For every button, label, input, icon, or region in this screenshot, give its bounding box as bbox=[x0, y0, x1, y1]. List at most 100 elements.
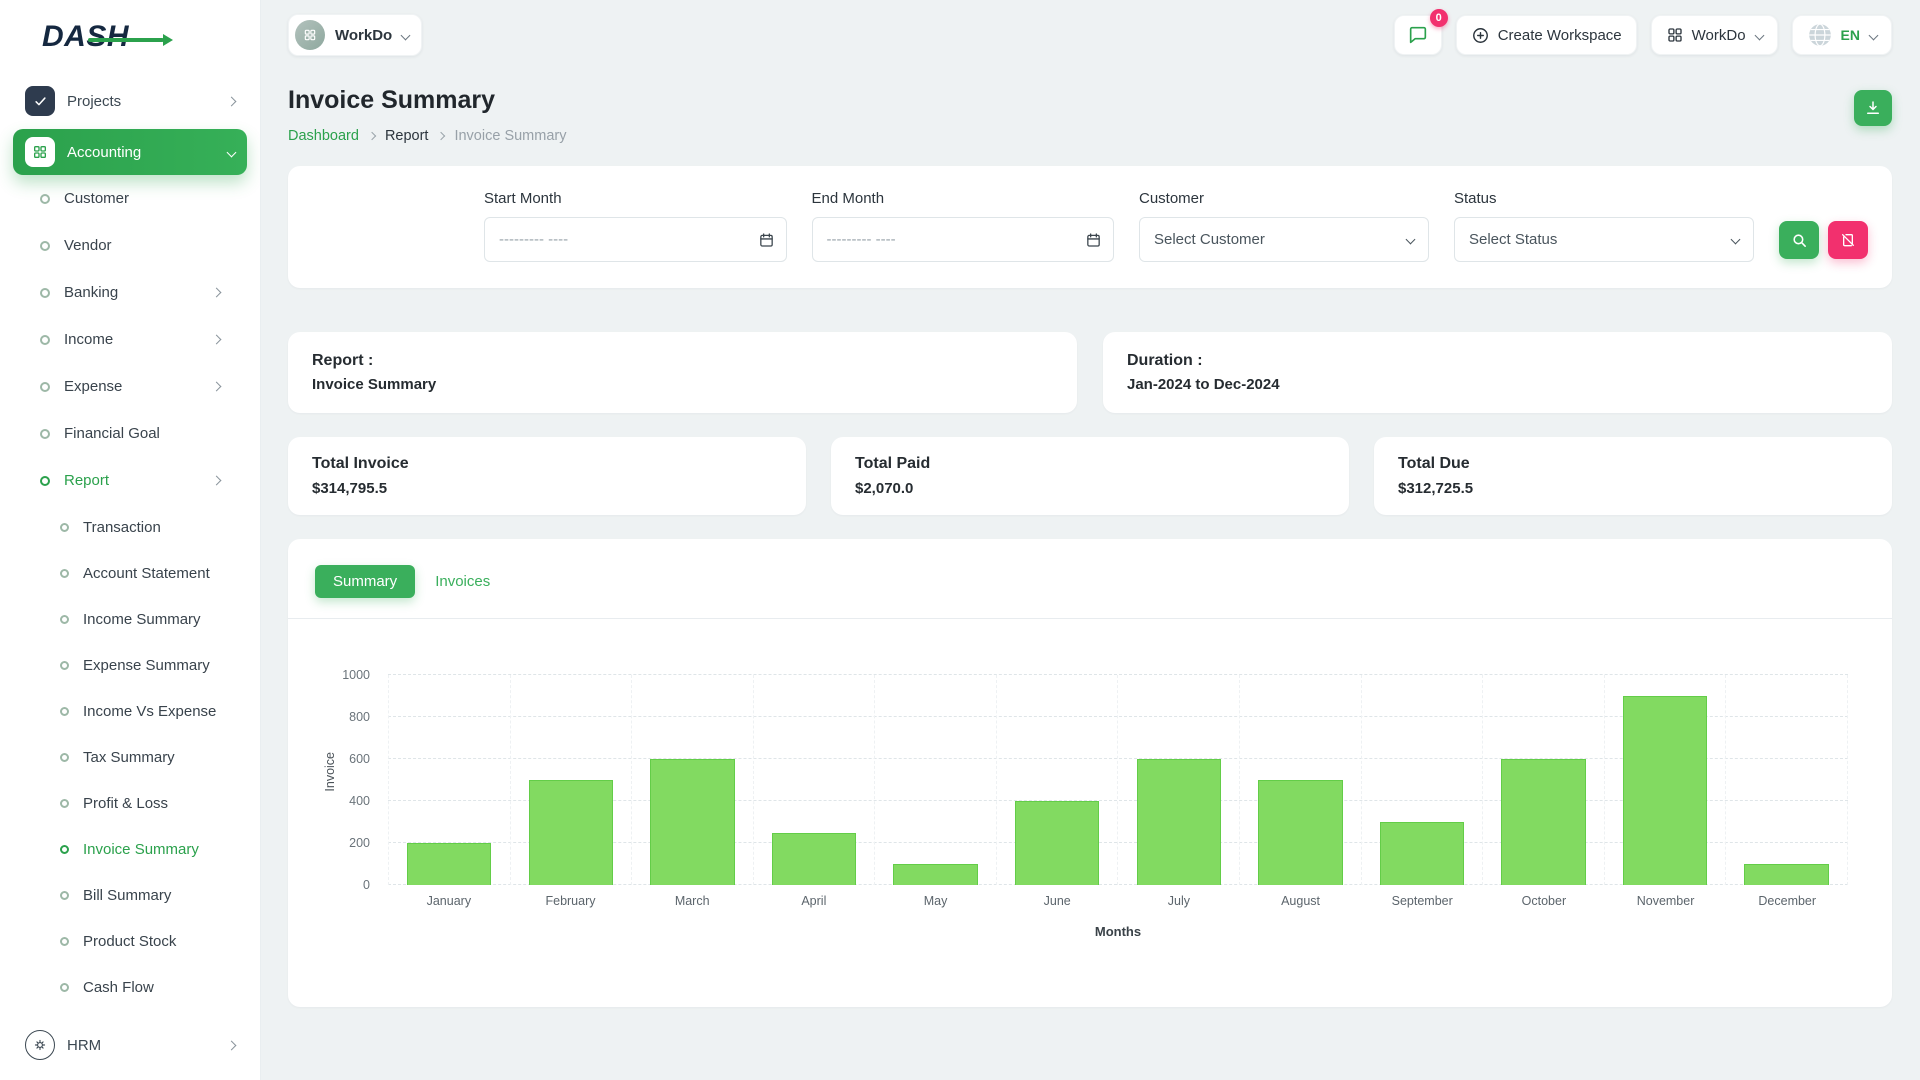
reset-filter-button[interactable] bbox=[1828, 221, 1868, 259]
sidebar-item-accounting[interactable]: Accounting bbox=[13, 129, 247, 175]
sidebar-item-invoice-summary[interactable]: Invoice Summary bbox=[13, 826, 247, 872]
sidebar-item-report[interactable]: Report bbox=[13, 457, 247, 504]
calendar-icon[interactable] bbox=[1085, 231, 1102, 248]
sidebar-item-income-vs-expense[interactable]: Income Vs Expense bbox=[13, 688, 247, 734]
workspace-name: WorkDo bbox=[335, 27, 392, 44]
y-tick-label: 1000 bbox=[342, 668, 370, 682]
sidebar-item-transaction[interactable]: Transaction bbox=[13, 504, 247, 550]
bullet-icon bbox=[40, 476, 50, 486]
report-info-row: Report : Invoice Summary Duration : Jan-… bbox=[288, 332, 1892, 413]
download-icon bbox=[1864, 99, 1882, 117]
chart-tabs: Summary Invoices bbox=[288, 539, 1892, 618]
sidebar-item-label: Expense bbox=[64, 378, 199, 395]
create-workspace-button[interactable]: Create Workspace bbox=[1456, 15, 1637, 55]
sidebar-item-cash-flow[interactable]: Cash Flow bbox=[13, 964, 247, 1010]
bar-april[interactable] bbox=[772, 833, 856, 886]
x-axis-title: Months bbox=[388, 924, 1848, 939]
sidebar-item-expense[interactable]: Expense bbox=[13, 363, 247, 410]
chart-slot-april bbox=[754, 675, 876, 885]
bar-october[interactable] bbox=[1501, 759, 1585, 885]
sidebar-item-tax-summary[interactable]: Tax Summary bbox=[13, 734, 247, 780]
status-select[interactable]: Select Status bbox=[1454, 217, 1754, 262]
sidebar-item-profit-loss[interactable]: Profit & Loss bbox=[13, 780, 247, 826]
app-root: DASH Projects Accounting Customer Vendor B… bbox=[0, 0, 1920, 1080]
sidebar-item-income-summary[interactable]: Income Summary bbox=[13, 596, 247, 642]
messages-button[interactable]: 0 bbox=[1394, 15, 1442, 55]
customer-label: Customer bbox=[1139, 190, 1429, 207]
sidebar-item-banking[interactable]: Banking bbox=[13, 269, 247, 316]
sidebar-item-hrm[interactable]: HRM bbox=[13, 1022, 247, 1068]
bullet-icon bbox=[60, 523, 69, 532]
stat-label: Total Due bbox=[1398, 455, 1868, 473]
x-tick-label: January bbox=[388, 894, 510, 908]
bar-march[interactable] bbox=[650, 759, 734, 885]
globe-icon bbox=[1807, 22, 1833, 48]
chevron-right-icon bbox=[212, 335, 222, 345]
bar-june[interactable] bbox=[1015, 801, 1099, 885]
accounting-submenu: Customer Vendor BankingIncome Expense Financ… bbox=[13, 175, 247, 1010]
chart-slot-july bbox=[1118, 675, 1240, 885]
bullet-icon bbox=[60, 845, 69, 854]
chevron-right-icon bbox=[368, 132, 376, 140]
sidebar-item-product-stock[interactable]: Product Stock bbox=[13, 918, 247, 964]
start-month-input[interactable] bbox=[484, 217, 787, 262]
report-card-value: Invoice Summary bbox=[312, 376, 1053, 393]
bar-november[interactable] bbox=[1623, 696, 1707, 885]
create-workspace-label: Create Workspace bbox=[1498, 27, 1622, 44]
bar-december[interactable] bbox=[1744, 864, 1828, 885]
bar-september[interactable] bbox=[1380, 822, 1464, 885]
bar-february[interactable] bbox=[529, 780, 613, 885]
tab-invoices[interactable]: Invoices bbox=[433, 565, 492, 598]
sidebar-item-label: Income Summary bbox=[83, 611, 247, 628]
page-header: Invoice Summary DashboardReportInvoice S… bbox=[288, 86, 1892, 144]
breadcrumb-item[interactable]: Dashboard bbox=[288, 128, 359, 144]
sidebar-item-label: Bill Summary bbox=[83, 887, 247, 904]
sidebar-item-account-statement[interactable]: Account Statement bbox=[13, 550, 247, 596]
sidebar-item-vendor[interactable]: Vendor bbox=[13, 222, 247, 269]
bullet-icon bbox=[60, 707, 69, 716]
bullet-icon bbox=[40, 288, 50, 298]
end-month-input[interactable] bbox=[812, 217, 1115, 262]
projects-check-icon bbox=[25, 86, 55, 116]
y-tick-label: 200 bbox=[349, 836, 370, 850]
x-tick-label: April bbox=[753, 894, 875, 908]
bar-january[interactable] bbox=[407, 843, 491, 885]
bar-august[interactable] bbox=[1258, 780, 1342, 885]
language-selector[interactable]: EN bbox=[1792, 15, 1892, 55]
x-tick-label: March bbox=[631, 894, 753, 908]
main-column: WorkDo 0 Create Workspace bbox=[260, 0, 1920, 1080]
bar-july[interactable] bbox=[1137, 759, 1221, 885]
sidebar-item-income[interactable]: Income bbox=[13, 316, 247, 363]
workspace-avatar bbox=[295, 20, 325, 50]
bullet-icon bbox=[60, 799, 69, 808]
sidebar-item-projects[interactable]: Projects bbox=[13, 78, 247, 124]
chart-slot-february bbox=[511, 675, 633, 885]
sidebar-item-bill-summary[interactable]: Bill Summary bbox=[13, 872, 247, 918]
dash-logo[interactable]: DASH bbox=[0, 0, 260, 70]
clipboard-x-icon bbox=[1840, 232, 1856, 248]
chart-slot-august bbox=[1240, 675, 1362, 885]
end-month-label: End Month bbox=[812, 190, 1115, 207]
sidebar-bottom: HRM bbox=[0, 1022, 260, 1080]
sidebar-item-financial-goal[interactable]: Financial Goal bbox=[13, 410, 247, 457]
sidebar: DASH Projects Accounting Customer Vendor B… bbox=[0, 0, 260, 1080]
calendar-icon[interactable] bbox=[758, 231, 775, 248]
hrm-gear-icon bbox=[25, 1030, 55, 1060]
breadcrumb-item[interactable]: Report bbox=[385, 128, 429, 144]
sidebar-item-label: Vendor bbox=[64, 237, 247, 254]
tab-summary[interactable]: Summary bbox=[315, 565, 415, 598]
customer-select[interactable]: Select Customer bbox=[1139, 217, 1429, 262]
sidebar-item-customer[interactable]: Customer bbox=[13, 175, 247, 222]
x-tick-label: July bbox=[1118, 894, 1240, 908]
x-tick-label: November bbox=[1605, 894, 1727, 908]
workspace-switcher[interactable]: WorkDo bbox=[288, 14, 422, 56]
start-month-label: Start Month bbox=[484, 190, 787, 207]
grid-icon bbox=[1666, 26, 1684, 44]
logo-arrow-icon bbox=[88, 38, 164, 42]
app-switcher-button[interactable]: WorkDo bbox=[1651, 15, 1778, 55]
bar-may[interactable] bbox=[893, 864, 977, 885]
start-month-field: Start Month bbox=[484, 190, 787, 262]
apply-filter-button[interactable] bbox=[1779, 221, 1819, 259]
download-report-button[interactable] bbox=[1854, 90, 1892, 126]
sidebar-item-expense-summary[interactable]: Expense Summary bbox=[13, 642, 247, 688]
